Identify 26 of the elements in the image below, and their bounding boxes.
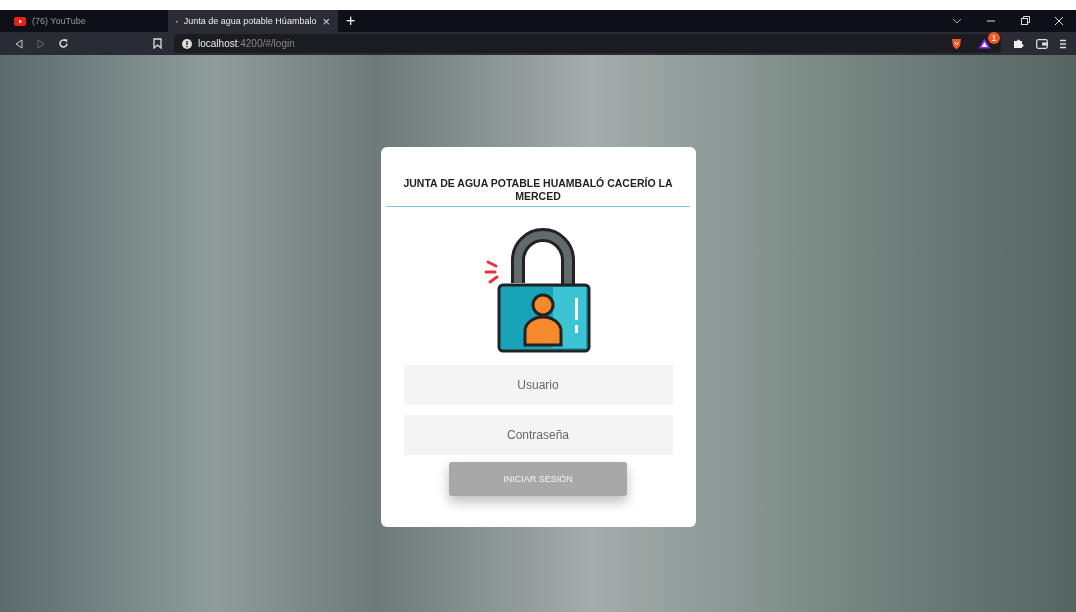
chevron-down-icon[interactable] xyxy=(952,16,962,26)
url-host: localhost xyxy=(198,38,238,49)
close-icon[interactable] xyxy=(1054,16,1064,26)
url-path: :4200/#/login xyxy=(237,38,295,49)
login-input-field[interactable]: Contraseña xyxy=(403,415,673,455)
tab-title: (76) YouTube xyxy=(32,16,87,26)
puzzle-icon[interactable] xyxy=(1013,38,1024,49)
address-bar[interactable]: localhost:4200/#/login 1 xyxy=(174,34,1001,53)
wallet-icon[interactable] xyxy=(1036,38,1048,49)
triangle-icon[interactable] xyxy=(978,38,991,49)
play-logo-icon xyxy=(14,16,26,26)
browser-tab[interactable]: (76) YouTube xyxy=(6,10,168,32)
notification-badge: 1 xyxy=(988,32,1000,44)
browser-tab[interactable]: Junta de agua potable Húambalo × xyxy=(168,10,338,32)
bookmark-icon[interactable] xyxy=(153,38,162,49)
card-title: JUNTA DE AGUA POTABLE HUAMBALÓ CACERÍO LA MERCED xyxy=(402,177,674,203)
info-icon xyxy=(182,38,192,49)
tab-title: Junta de agua potable Húambalo xyxy=(183,16,317,26)
login-input-field[interactable]: Usuario xyxy=(403,365,673,405)
menu-icon[interactable] xyxy=(1060,38,1066,49)
reload-icon[interactable] xyxy=(58,38,69,49)
new-tab-button[interactable]: + xyxy=(346,12,356,30)
restore-icon[interactable] xyxy=(1020,16,1030,26)
close-tab-button[interactable]: × xyxy=(322,13,330,29)
lion-shield-icon[interactable] xyxy=(951,37,962,50)
back-icon[interactable] xyxy=(14,38,24,49)
